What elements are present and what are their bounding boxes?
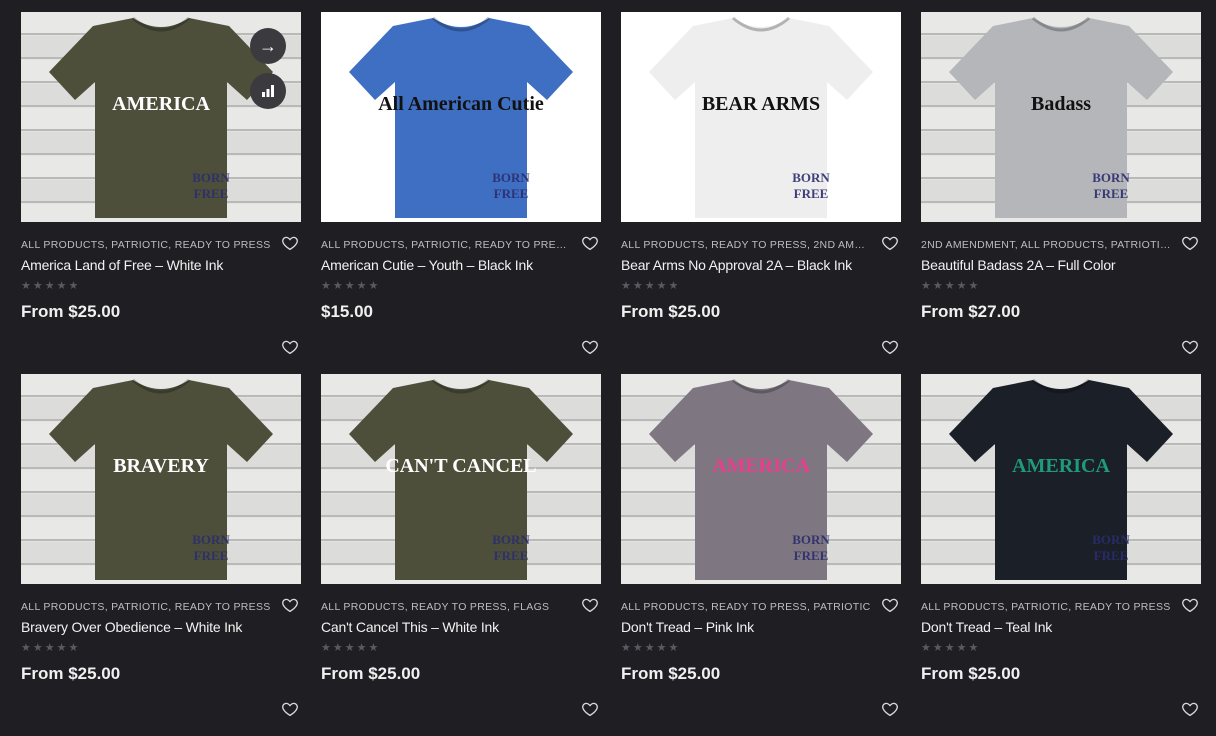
product-categories[interactable]: 2ND AMENDMENT, ALL PRODUCTS, PATRIOTIC, … — [921, 238, 1171, 252]
product-meta: ALL PRODUCTS, READY TO PRESS, 2ND AMEN..… — [621, 222, 901, 323]
wishlist-heart-icon[interactable] — [881, 234, 899, 252]
product-meta: ALL PRODUCTS, PATRIOTIC, READY TO PRESS,… — [321, 222, 601, 323]
product-meta: ALL PRODUCTS, PATRIOTIC, READY TO PRESS … — [921, 584, 1201, 685]
star-rating: ★★★★★ — [21, 280, 81, 292]
product-image[interactable]: Badass BORN FREE — [921, 12, 1201, 222]
wishlist-heart-icon[interactable] — [1181, 596, 1199, 614]
shirt-graphic: AMERICA — [112, 93, 210, 115]
svg-text:BORN: BORN — [1092, 532, 1130, 547]
product-price: From $25.00 — [21, 664, 121, 683]
product-image[interactable]: AMERICA BORN FREE → — [21, 12, 301, 222]
product-image[interactable]: AMERICA BORN FREE — [921, 374, 1201, 584]
product-meta: ALL PRODUCTS, PATRIOTIC, READY TO PRESS … — [21, 584, 301, 685]
shirt-graphic: BEAR ARMS — [702, 93, 820, 115]
star-rating: ★★★★★ — [921, 642, 981, 654]
svg-text:FREE: FREE — [494, 548, 529, 563]
product-categories[interactable]: ALL PRODUCTS, PATRIOTIC, READY TO PRESS — [921, 600, 1171, 614]
shirt-graphic: All American Cutie — [378, 93, 544, 115]
star-rating: ★★★★★ — [321, 642, 381, 654]
product-price: From $25.00 — [921, 664, 1021, 683]
product-image[interactable]: AMERICA BORN FREE — [621, 374, 901, 584]
star-rating: ★★★★★ — [21, 642, 81, 654]
product-title[interactable]: Bear Arms No Approval 2A – Black Ink — [621, 256, 901, 274]
product-image[interactable]: BEAR ARMS BORN FREE — [621, 12, 901, 222]
svg-text:FREE: FREE — [794, 548, 829, 563]
svg-text:BORN: BORN — [1092, 170, 1130, 185]
product-meta: ALL PRODUCTS, READY TO PRESS, PATRIOTIC … — [621, 584, 901, 685]
product-categories[interactable]: ALL PRODUCTS, READY TO PRESS, PATRIOTIC — [621, 600, 871, 614]
shirt-graphic: AMERICA — [712, 455, 810, 477]
wishlist-heart-icon[interactable] — [1181, 338, 1199, 356]
wishlist-heart-icon[interactable] — [1181, 234, 1199, 252]
shirt-graphic: CAN'T CANCEL — [385, 455, 536, 477]
svg-text:BORN: BORN — [792, 532, 830, 547]
product-card: AMERICA BORN FREE → ALL PRODUCTS, PATRIO… — [21, 12, 301, 374]
product-categories[interactable]: ALL PRODUCTS, PATRIOTIC, READY TO PRESS,… — [321, 238, 571, 252]
product-price: From $27.00 — [921, 302, 1021, 321]
product-categories[interactable]: ALL PRODUCTS, READY TO PRESS, 2ND AMEN..… — [621, 238, 871, 252]
product-image[interactable]: CAN'T CANCEL BORN FREE — [321, 374, 601, 584]
wishlist-heart-icon[interactable] — [281, 700, 299, 718]
bar-chart-icon[interactable] — [250, 73, 286, 109]
wishlist-heart-icon[interactable] — [281, 234, 299, 252]
wishlist-heart-icon[interactable] — [581, 234, 599, 252]
product-title[interactable]: American Cutie – Youth – Black Ink — [321, 256, 601, 274]
shirt-graphic: BRAVERY — [113, 455, 209, 477]
product-card: BEAR ARMS BORN FREE ALL PRODUCTS, READY … — [621, 12, 901, 374]
svg-text:BORN: BORN — [792, 170, 830, 185]
star-rating: ★★★★★ — [321, 280, 381, 292]
product-price: From $25.00 — [621, 302, 721, 321]
product-price: From $25.00 — [621, 664, 721, 683]
wishlist-heart-icon[interactable] — [281, 596, 299, 614]
product-title[interactable]: Don't Tread – Teal Ink — [921, 618, 1201, 636]
svg-text:FREE: FREE — [194, 548, 229, 563]
product-card: All American Cutie BORN FREE ALL PRODUCT… — [321, 12, 601, 374]
product-meta: 2ND AMENDMENT, ALL PRODUCTS, PATRIOTIC, … — [921, 222, 1201, 323]
product-title[interactable]: Bravery Over Obedience – White Ink — [21, 618, 301, 636]
svg-text:BORN: BORN — [492, 170, 530, 185]
product-categories[interactable]: ALL PRODUCTS, PATRIOTIC, READY TO PRESS — [21, 238, 271, 252]
product-grid: AMERICA BORN FREE → ALL PRODUCTS, PATRIO… — [21, 12, 1201, 736]
product-meta: ALL PRODUCTS, READY TO PRESS, FLAGS Can'… — [321, 584, 601, 685]
arrow-right-icon[interactable]: → — [250, 28, 286, 64]
product-image[interactable]: All American Cutie BORN FREE — [321, 12, 601, 222]
wishlist-heart-icon[interactable] — [581, 338, 599, 356]
product-price: From $25.00 — [21, 302, 121, 321]
product-categories[interactable]: ALL PRODUCTS, READY TO PRESS, FLAGS — [321, 600, 571, 614]
svg-text:BORN: BORN — [192, 170, 230, 185]
wishlist-heart-icon[interactable] — [881, 338, 899, 356]
svg-text:BORN: BORN — [492, 532, 530, 547]
product-card: Badass BORN FREE 2ND AMENDMENT, ALL PROD… — [921, 12, 1201, 374]
svg-text:BORN: BORN — [192, 532, 230, 547]
svg-text:FREE: FREE — [1094, 548, 1129, 563]
svg-text:FREE: FREE — [194, 186, 229, 201]
product-price: $15.00 — [321, 302, 373, 321]
shirt-graphic: AMERICA — [1012, 455, 1110, 477]
product-card: AMERICA BORN FREE ALL PRODUCTS, READY TO… — [621, 374, 901, 736]
wishlist-heart-icon[interactable] — [281, 338, 299, 356]
product-title[interactable]: Beautiful Badass 2A – Full Color — [921, 256, 1201, 274]
product-meta: ALL PRODUCTS, PATRIOTIC, READY TO PRESS … — [21, 222, 301, 323]
product-price: From $25.00 — [321, 664, 421, 683]
product-categories[interactable]: ALL PRODUCTS, PATRIOTIC, READY TO PRESS — [21, 600, 271, 614]
wishlist-heart-icon[interactable] — [581, 596, 599, 614]
product-title[interactable]: Can't Cancel This – White Ink — [321, 618, 601, 636]
product-image[interactable]: BRAVERY BORN FREE — [21, 374, 301, 584]
wishlist-heart-icon[interactable] — [1181, 700, 1199, 718]
star-rating: ★★★★★ — [921, 280, 981, 292]
product-card: AMERICA BORN FREE ALL PRODUCTS, PATRIOTI… — [921, 374, 1201, 736]
product-title[interactable]: America Land of Free – White Ink — [21, 256, 301, 274]
wishlist-heart-icon[interactable] — [581, 700, 599, 718]
svg-text:FREE: FREE — [794, 186, 829, 201]
wishlist-heart-icon[interactable] — [881, 596, 899, 614]
wishlist-heart-icon[interactable] — [881, 700, 899, 718]
shirt-graphic: Badass — [1031, 93, 1091, 115]
svg-text:FREE: FREE — [494, 186, 529, 201]
product-title[interactable]: Don't Tread – Pink Ink — [621, 618, 901, 636]
star-rating: ★★★★★ — [621, 280, 681, 292]
star-rating: ★★★★★ — [621, 642, 681, 654]
product-card: CAN'T CANCEL BORN FREE ALL PRODUCTS, REA… — [321, 374, 601, 736]
product-card: BRAVERY BORN FREE ALL PRODUCTS, PATRIOTI… — [21, 374, 301, 736]
svg-text:FREE: FREE — [1094, 186, 1129, 201]
